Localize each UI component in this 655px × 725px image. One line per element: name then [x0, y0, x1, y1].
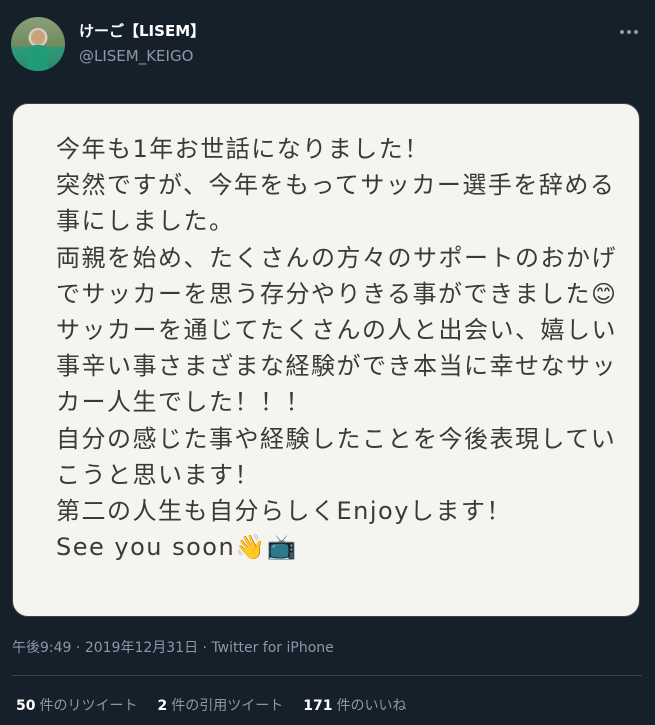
note-line: 今年も1年お世話になりました！	[56, 135, 430, 163]
image-note-text: 今年も1年お世話になりました！ 突然ですが、今年をもってサッカー選手を辞める 事…	[56, 131, 631, 565]
author-handle[interactable]: @LISEM_KEIGO	[79, 46, 193, 66]
note-line: 突然ですが、今年をもってサッカー選手を辞める	[56, 171, 616, 200]
avatar-body	[28, 45, 48, 71]
note-line: でサッカーを思う存分やりきる事ができました😊	[56, 279, 618, 308]
retweets-count: 50	[16, 698, 36, 714]
note-line: 事辛い事さまざまな経験ができ本当に幸せなサッ	[56, 352, 617, 381]
more-horizontal-icon	[620, 30, 624, 34]
note-line: サッカーを通じてたくさんの人と出会い、嬉しい	[56, 316, 617, 345]
note-line: 両親を始め、たくさんの方々のサポートのおかげ	[56, 243, 617, 272]
note-line: See you soon👋📺	[56, 533, 298, 562]
tweet-detail: けーご【LISEM】 @LISEM_KEIGO 今年も1年お世話になりました！ …	[0, 0, 655, 725]
tweet-date[interactable]: 2019年12月31日	[85, 640, 198, 656]
quotes-label: 件の引用ツイート	[171, 698, 284, 714]
note-line: こうと思います！	[56, 460, 260, 489]
avatar[interactable]	[11, 17, 65, 71]
quotes-count: 2	[157, 698, 168, 714]
note-line: 自分の感じた事や経験したことを今後表現してい	[56, 424, 617, 453]
meta-separator: ·	[198, 640, 212, 656]
meta-separator: ·	[71, 640, 85, 656]
avatar-head	[31, 30, 45, 45]
more-options-button[interactable]	[616, 22, 642, 42]
tweet-image[interactable]: 今年も1年お世話になりました！ 突然ですが、今年をもってサッカー選手を辞める 事…	[12, 103, 640, 617]
tweet-source-link[interactable]: Twitter for iPhone	[211, 640, 333, 656]
note-line: 事にしました。	[56, 207, 235, 236]
likes-stat[interactable]: 171 件のいいね	[303, 696, 406, 716]
retweets-label: 件のリツイート	[39, 698, 138, 714]
likes-count: 171	[303, 698, 333, 714]
likes-label: 件のいいね	[336, 698, 407, 714]
tweet-time[interactable]: 午後9:49	[12, 640, 71, 656]
more-horizontal-icon	[634, 30, 638, 34]
divider	[12, 675, 642, 676]
engagement-stats: 50 件のリツイート 2 件の引用ツイート 171 件のいいね	[16, 696, 406, 716]
more-horizontal-icon	[627, 30, 631, 34]
retweets-stat[interactable]: 50 件のリツイート	[16, 696, 137, 716]
note-line: カー人生でした！！！	[56, 388, 311, 417]
note-line: 第二の人生も自分らしくEnjoyします！	[56, 497, 512, 526]
author-display-name[interactable]: けーご【LISEM】	[79, 21, 205, 41]
quote-tweets-stat[interactable]: 2 件の引用ツイート	[157, 696, 283, 716]
tweet-meta: 午後9:49 · 2019年12月31日 · Twitter for iPhon…	[12, 638, 334, 658]
